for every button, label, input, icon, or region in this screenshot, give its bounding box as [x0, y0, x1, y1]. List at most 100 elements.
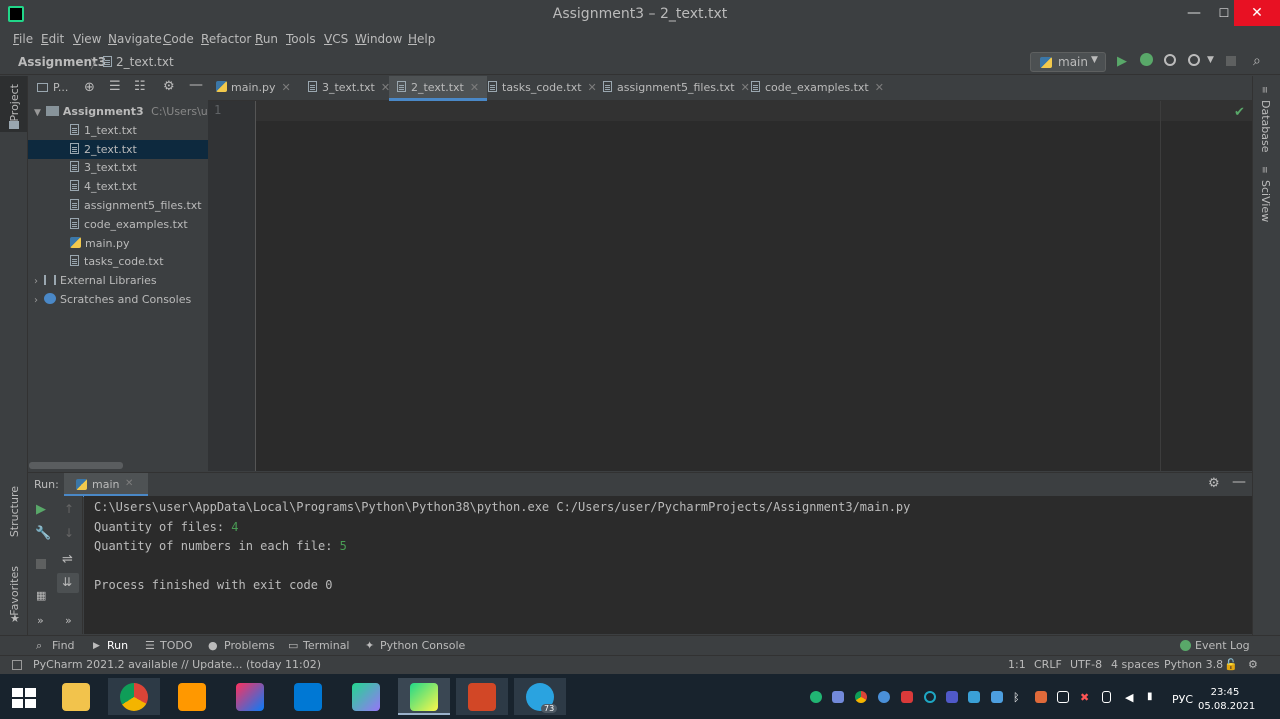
menu-run[interactable]: Run — [255, 32, 278, 46]
tree-file[interactable]: tasks_code.txt — [70, 252, 164, 271]
more-icon[interactable]: » — [65, 614, 72, 627]
run-configuration-dropdown[interactable]: main ▼ — [1030, 52, 1106, 72]
breadcrumb-file[interactable]: 2_text.txt — [116, 55, 174, 69]
run-tab-main[interactable]: main ✕ — [64, 473, 148, 497]
favorites-tool-tab[interactable]: Favorites — [8, 566, 21, 616]
taskbar-clock[interactable]: 23:45 05.08.2021 — [1198, 686, 1255, 714]
scroll-to-end-button[interactable]: ⇊ — [57, 573, 79, 593]
menu-view[interactable]: View — [73, 32, 101, 46]
menu-tools[interactable]: Tools — [286, 32, 316, 46]
taskbar-pycharm[interactable] — [398, 678, 450, 715]
project-tool-tab[interactable]: Project — [8, 84, 21, 122]
tray-display-icon[interactable] — [991, 691, 1003, 703]
tool-run[interactable]: Run — [107, 639, 128, 652]
file-encoding[interactable]: UTF-8 — [1070, 658, 1102, 671]
wrench-icon[interactable]: 🔧 — [35, 526, 51, 541]
input-language[interactable]: РУС — [1172, 693, 1193, 706]
run-icon[interactable]: ▶ — [1117, 54, 1127, 69]
tool-find[interactable]: Find — [52, 639, 75, 652]
volume-icon[interactable]: ◀ — [1125, 691, 1137, 704]
expand-all-icon[interactable]: ☰ — [109, 79, 121, 94]
tab-assignment5-files[interactable]: assignment5_files.txt ✕ — [603, 76, 750, 101]
windows-start-icon[interactable] — [12, 688, 36, 708]
menu-code[interactable]: Code — [163, 32, 194, 46]
tray-usb-icon[interactable] — [1102, 691, 1111, 703]
tree-external-libraries[interactable]: › External Libraries — [34, 271, 157, 290]
close-tab-icon[interactable]: ✕ — [281, 81, 290, 94]
tree-file[interactable]: assignment5_files.txt — [70, 196, 202, 215]
indent-setting[interactable]: 4 spaces — [1111, 658, 1160, 671]
close-tab-icon[interactable]: ✕ — [125, 478, 133, 489]
bluetooth-icon[interactable]: ᛒ — [1013, 691, 1023, 704]
tab-2-text[interactable]: 2_text.txt ✕ — [389, 76, 488, 101]
taskbar-vscode[interactable] — [282, 678, 334, 715]
menu-navigate[interactable]: Navigate — [108, 32, 162, 46]
menu-edit[interactable]: Edit — [41, 32, 64, 46]
tool-todo[interactable]: TODO — [160, 639, 193, 652]
structure-tool-tab[interactable]: Structure — [8, 486, 21, 537]
database-tool-tab[interactable]: Database — [1259, 100, 1272, 153]
horizontal-scrollbar[interactable] — [29, 462, 123, 469]
tree-file[interactable]: 1_text.txt — [70, 121, 137, 140]
sciview-tool-tab[interactable]: SciView — [1259, 180, 1272, 222]
gear-icon[interactable]: ⚙ — [163, 79, 175, 94]
stop-icon[interactable] — [36, 559, 46, 569]
tree-root-project[interactable]: ▼ Assignment3 C:\Users\user — [34, 102, 225, 121]
tab-main-py[interactable]: main.py ✕ — [216, 76, 291, 101]
tree-file[interactable]: main.py — [70, 234, 129, 253]
layout-icon[interactable]: ▦ — [36, 589, 46, 602]
tool-problems[interactable]: Problems — [224, 639, 275, 652]
taskbar-powerpoint[interactable] — [456, 678, 508, 715]
tool-terminal[interactable]: Terminal — [303, 639, 350, 652]
locate-file-icon[interactable]: ⊕ — [84, 80, 95, 95]
notifications-icon[interactable]: ⚙ — [1248, 658, 1258, 671]
more-actions-chevron-icon[interactable]: ▼ — [1207, 55, 1214, 65]
tree-file[interactable]: 3_text.txt — [70, 158, 137, 177]
up-arrow-icon[interactable]: ↑ — [64, 502, 74, 516]
hide-panel-icon[interactable]: — — [189, 77, 203, 93]
profile-icon[interactable] — [1188, 54, 1200, 66]
menu-window[interactable]: Window — [355, 32, 402, 46]
close-tab-icon[interactable]: ✕ — [875, 81, 884, 94]
tab-tasks-code[interactable]: tasks_code.txt ✕ — [488, 76, 597, 101]
down-arrow-icon[interactable]: ↓ — [64, 526, 74, 540]
menu-file[interactable]: File — [13, 32, 33, 46]
line-separator[interactable]: CRLF — [1034, 658, 1062, 671]
tray-alert-icon[interactable]: ✖ — [1080, 691, 1092, 704]
menu-vcs[interactable]: VCS — [324, 32, 348, 46]
tool-event-log[interactable]: Event Log — [1195, 639, 1250, 652]
tray-sync-icon[interactable] — [924, 691, 936, 703]
run-console[interactable]: C:\Users\user\AppData\Local\Programs\Pyt… — [84, 496, 1252, 634]
tab-code-examples[interactable]: code_examples.txt ✕ — [751, 76, 884, 101]
tree-file[interactable]: 4_text.txt — [70, 177, 137, 196]
menu-help[interactable]: Help — [408, 32, 435, 46]
taskbar-chrome[interactable] — [108, 678, 160, 715]
network-icon[interactable]: ▮ — [1147, 691, 1159, 703]
chrome-tray-icon[interactable] — [855, 691, 867, 703]
search-icon[interactable]: ⌕ — [1253, 53, 1261, 69]
tree-file-selected[interactable]: 2_text.txt — [28, 140, 208, 159]
toggle-tool-windows-icon[interactable] — [12, 660, 22, 670]
tray-update-icon[interactable] — [878, 691, 890, 703]
python-interpreter[interactable]: Python 3.8 — [1164, 658, 1223, 671]
gear-icon[interactable]: ⚙ — [1208, 476, 1220, 491]
tool-python-console[interactable]: Python Console — [380, 639, 465, 652]
hide-panel-icon[interactable]: — — [1232, 474, 1246, 490]
tray-device-icon[interactable] — [1057, 691, 1069, 703]
teams-icon[interactable] — [946, 691, 958, 703]
tree-scratches[interactable]: › Scratches and Consoles — [34, 290, 191, 309]
more-icon[interactable]: » — [37, 614, 44, 627]
tray-audio-app-icon[interactable] — [1035, 691, 1047, 703]
collapse-all-icon[interactable]: ☷ — [134, 79, 146, 94]
discord-icon[interactable] — [832, 691, 844, 703]
editor-area[interactable] — [208, 101, 1252, 471]
taskbar-sublime[interactable] — [166, 678, 218, 715]
taskbar-telegram[interactable]: 73 — [514, 678, 566, 715]
tray-app-icon[interactable] — [810, 691, 822, 703]
debug-icon[interactable] — [1140, 53, 1153, 66]
menu-refactor[interactable]: Refactor — [201, 32, 251, 46]
taskbar-intellij[interactable] — [224, 678, 276, 715]
tray-cloud-icon[interactable] — [968, 691, 980, 703]
taskbar-datagrip[interactable] — [340, 678, 392, 715]
caret-position[interactable]: 1:1 — [1008, 658, 1026, 671]
